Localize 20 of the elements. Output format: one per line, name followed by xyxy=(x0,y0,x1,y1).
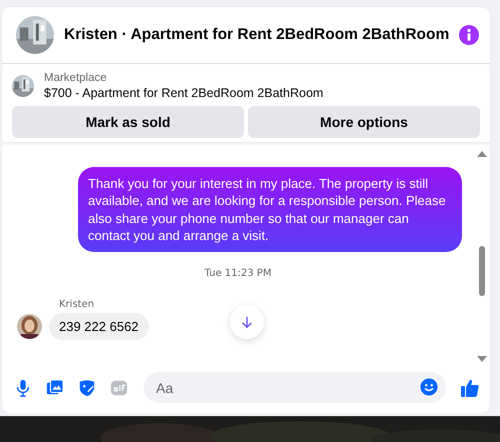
listing-source: Marketplace xyxy=(44,72,108,84)
sent-message: Thank you for your interest in my place. The property is still available, and we are looking for a responsible person. Please also share your phone number so that our manager can contact you and arrange a visit. xyxy=(78,167,462,252)
action-button[interactable]: More options xyxy=(248,106,480,138)
scroll-up-icon[interactable] xyxy=(477,151,487,157)
listing-title[interactable]: $700 - Apartment for Rent 2BedRoom 2BathRoom xyxy=(44,86,324,100)
thumbs-up-icon[interactable] xyxy=(460,378,480,398)
image-icon[interactable] xyxy=(46,378,64,396)
sender-name: Kristen xyxy=(59,299,96,310)
scroll-down-icon[interactable] xyxy=(477,356,487,362)
conversation-title: Kristen · Apartment for Rent 2BedRoom 2BathRoom xyxy=(64,26,450,44)
arrow-down-icon xyxy=(240,315,254,329)
emoji-icon[interactable] xyxy=(420,378,438,396)
scroll-thumb[interactable] xyxy=(479,246,485,296)
received-message: 239 222 6562 xyxy=(49,313,149,340)
action-button[interactable]: Mark as sold xyxy=(12,106,244,138)
info-icon[interactable] xyxy=(459,25,480,45)
timestamp: Tue 11:23 PM xyxy=(204,268,272,280)
scroll-down-button[interactable] xyxy=(230,305,264,339)
message-field[interactable]: Aa xyxy=(144,372,446,403)
microphone-icon[interactable] xyxy=(14,378,32,396)
